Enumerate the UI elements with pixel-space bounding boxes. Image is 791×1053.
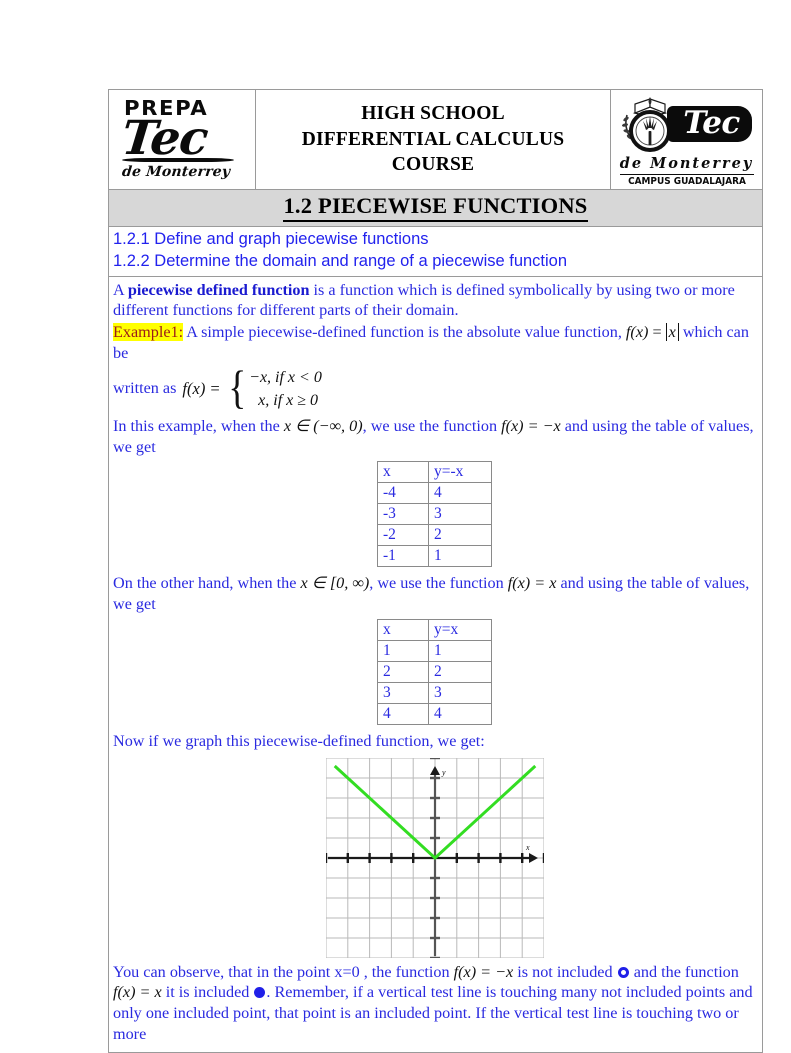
svg-text:y: y — [441, 768, 446, 777]
definition-paragraph: A piecewise defined function is a functi… — [113, 280, 756, 321]
cell-y: 2 — [428, 660, 492, 683]
closing-text-2: is not included — [513, 962, 617, 981]
cell-x: -3 — [377, 503, 429, 526]
negative-branch-domain-math: x ∈ (−∞, 0) — [283, 416, 363, 435]
positive-branch-text-1: On the other hand, when the — [113, 574, 301, 593]
filled-circle-icon — [254, 987, 266, 999]
graph-svg: yx — [324, 756, 545, 959]
closing-text-4: it is included — [161, 983, 254, 1002]
graph-intro-paragraph: Now if we graph this piecewise-defined f… — [113, 731, 485, 750]
course-title-cell: HIGH SCHOOL DIFFERENTIAL CALCULUS COURSE — [256, 90, 610, 189]
course-title-line-1: HIGH SCHOOL — [361, 102, 505, 124]
negative-branch-paragraph: In this example, when the x ∈ (−∞, 0), w… — [113, 416, 756, 457]
de-monterrey-wordmark-right: de Monterrey — [619, 156, 754, 175]
cell-x: -1 — [377, 545, 429, 568]
positive-branch-domain-math: x ∈ [0, ∞) — [300, 574, 370, 593]
de-monterrey-wordmark: de Monterrey — [121, 163, 231, 180]
table-positive-header-y: y=x — [428, 618, 492, 641]
example1-text-1: A simple piecewise-defined function is t… — [183, 323, 626, 342]
cell-y: 1 — [428, 639, 492, 662]
positive-branch-function-math: f(x) = x — [507, 574, 557, 593]
closing-math-1: f(x) = −x — [453, 962, 514, 981]
example1-label: Example1: — [113, 323, 184, 342]
cell-x: 2 — [377, 660, 429, 683]
cell-x: 3 — [377, 681, 429, 704]
table-row-header: x y=x — [377, 618, 492, 641]
campus-label: CAMPUS GUADALAJARA — [627, 175, 746, 187]
table-row: 1 1 — [377, 639, 492, 662]
svg-text:x: x — [525, 843, 530, 852]
section-title-bar: 1.2 PIECEWISE FUNCTIONS — [109, 189, 762, 227]
graph-wrap: yx — [113, 756, 756, 959]
cell-y: 4 — [428, 482, 492, 505]
cell-y: 3 — [428, 681, 492, 704]
cell-y: 1 — [428, 545, 492, 568]
left-brace-glyph: { — [227, 362, 246, 415]
piecewise-case-1: −x, if x < 0 — [249, 368, 322, 386]
table-positive-wrap: x y=x 1 1 2 2 3 3 4 4 — [113, 618, 756, 725]
table-row-header: x y=-x — [377, 461, 492, 484]
table-row: 4 4 — [377, 702, 492, 725]
cell-y: 4 — [428, 702, 492, 725]
lesson-content: A piecewise defined function is a functi… — [109, 277, 762, 1052]
piecewise-definition-line: written as f(x) = { −x, if x < 0 x, if x… — [113, 362, 756, 415]
table-row: 3 3 — [377, 681, 492, 704]
piecewise-fx-label: f(x) = — [182, 379, 221, 399]
tec-de-monterrey-campus-logo: Tec de Monterrey CAMPUS GUADALAJARA — [610, 90, 762, 189]
course-title: HIGH SCHOOL DIFFERENTIAL CALCULUS COURSE — [302, 101, 565, 178]
document-header: PREPA Tec de Monterrey HIGH SCHOOL DIFFE… — [109, 90, 762, 190]
negative-branch-function-math: f(x) = −x — [501, 416, 561, 435]
closing-text-3: and the function — [629, 962, 739, 981]
table-row: -3 3 — [377, 503, 492, 526]
cell-x: -4 — [377, 482, 429, 505]
closing-math-2: f(x) = x — [113, 983, 162, 1002]
tec-band-wordmark: Tec — [667, 105, 752, 143]
table-row: 2 2 — [377, 660, 492, 683]
table-negative-header-x: x — [377, 461, 429, 484]
course-title-line-3: COURSE — [391, 154, 475, 176]
objective-2: 1.2.2 Determine the domain and range of … — [113, 251, 568, 270]
piecewise-cases: −x, if x < 0 x, if x ≥ 0 — [249, 366, 322, 412]
closing-paragraph: You can observe, that in the point x=0 ,… — [113, 962, 756, 1045]
written-as-label: written as — [113, 379, 177, 398]
positive-branch-text-2: , we use the function — [369, 574, 508, 593]
section-title: 1.2 PIECEWISE FUNCTIONS — [283, 193, 588, 222]
table-negative-header-y: y=-x — [428, 461, 492, 484]
table-positive: x y=x 1 1 2 2 3 3 4 4 — [377, 618, 492, 725]
course-title-line-2: DIFFERENTIAL CALCULUS — [301, 128, 565, 150]
table-negative: x y=-x -4 4 -3 3 -2 2 -1 1 — [377, 461, 492, 568]
cell-x: 1 — [377, 639, 429, 662]
positive-branch-paragraph: On the other hand, when the x ∈ [0, ∞), … — [113, 573, 756, 614]
example1-paragraph: Example1: A simple piecewise-defined fun… — [113, 322, 756, 363]
table-negative-wrap: x y=-x -4 4 -3 3 -2 2 -1 1 — [113, 461, 756, 568]
definition-pre: A — [113, 280, 128, 299]
table-row: -1 1 — [377, 545, 492, 568]
tec-seal-and-band: Tec — [616, 93, 758, 155]
tec-script-wordmark: Tec — [119, 111, 211, 167]
cell-x: -2 — [377, 524, 429, 547]
objective-1: 1.2.1 Define and graph piecewise functio… — [113, 229, 429, 248]
closing-text-1: You can observe, that in the point x=0 ,… — [113, 962, 454, 981]
negative-branch-text-1: In this example, when the — [113, 416, 284, 435]
example1-inline-math: f(x) = x — [626, 323, 679, 342]
negative-branch-text-2: , we use the function — [362, 416, 502, 435]
document-page: PREPA Tec de Monterrey HIGH SCHOOL DIFFE… — [0, 0, 791, 1053]
piecewise-case-2: x, if x ≥ 0 — [258, 391, 319, 409]
table-row: -2 2 — [377, 524, 492, 547]
objectives-block: 1.2.1 Define and graph piecewise functio… — [109, 227, 762, 277]
cell-x: 4 — [377, 702, 429, 725]
cell-y: 2 — [428, 524, 492, 547]
lesson-document: PREPA Tec de Monterrey HIGH SCHOOL DIFFE… — [108, 89, 763, 1053]
table-row: -4 4 — [377, 482, 492, 505]
definition-term: piecewise defined function — [127, 280, 310, 299]
absolute-value-graph: yx — [324, 756, 545, 959]
piecewise-formula: f(x) = { −x, if x < 0 x, if x ≥ 0 — [182, 362, 322, 415]
prepa-tec-logo: PREPA Tec de Monterrey — [109, 90, 256, 189]
cell-y: 3 — [428, 503, 492, 526]
open-circle-icon — [617, 966, 629, 978]
table-positive-header-x: x — [377, 618, 429, 641]
